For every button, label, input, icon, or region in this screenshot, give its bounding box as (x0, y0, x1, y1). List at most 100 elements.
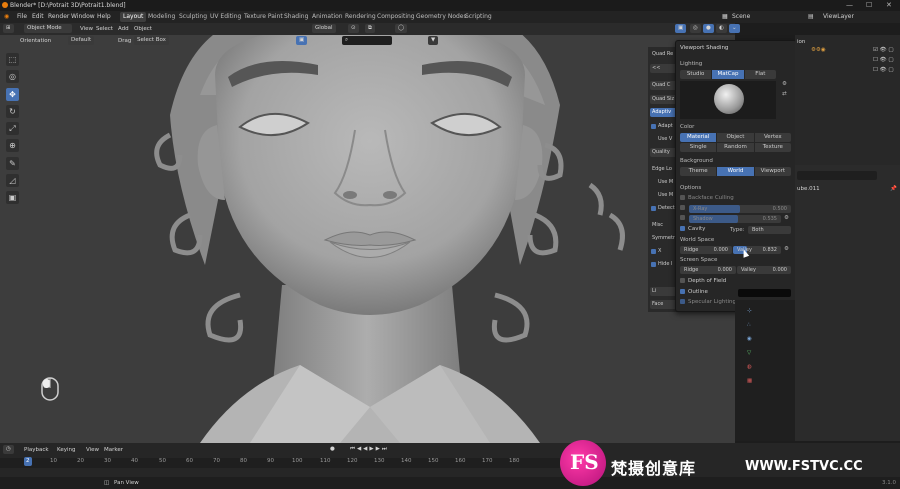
np-li-button[interactable]: Li (650, 287, 677, 296)
annotate-tool-button[interactable]: ✎ (6, 157, 19, 170)
ss-valley-slider[interactable]: Valley 0.000 (737, 266, 791, 274)
transform-tool-button[interactable]: ⊕ (6, 139, 19, 152)
outline-row[interactable]: Outline (680, 289, 708, 297)
tab-material-icon[interactable]: ◍ (747, 364, 752, 370)
maximize-button[interactable]: ☐ (866, 1, 872, 9)
xray-toggle-icon[interactable]: ▣ (675, 24, 687, 33)
color-object[interactable]: Object (717, 133, 755, 142)
shadow-slider[interactable]: Shadow 0.535 (689, 215, 781, 223)
menu-select[interactable]: Select (96, 26, 113, 32)
specular-checkbox[interactable] (680, 299, 685, 304)
tab-scripting[interactable]: Scripting (462, 12, 495, 22)
minimize-button[interactable]: — (846, 1, 853, 9)
snap-icon[interactable]: ⧉ (365, 24, 375, 33)
menu-object[interactable]: Object (134, 26, 152, 32)
color-material[interactable]: Material (680, 133, 718, 142)
color-random[interactable]: Random (717, 143, 755, 152)
outliner-visibility-icons-2[interactable]: ☐ 👁 ▢ (873, 57, 894, 63)
move-tool-button[interactable]: ✥ (6, 88, 19, 101)
matcap-settings-icon[interactable]: ⚙ (782, 81, 787, 87)
search-input[interactable]: ⌕ (342, 36, 392, 45)
menu-window[interactable]: Window (71, 13, 95, 20)
backface-culling-row[interactable]: Backface Culling (680, 195, 734, 203)
backface-culling-checkbox[interactable] (680, 195, 685, 200)
menu-edit[interactable]: Edit (32, 13, 44, 20)
lighting-studio[interactable]: Studio (680, 70, 713, 79)
background-theme[interactable]: Theme (680, 167, 718, 176)
properties-search[interactable] (797, 171, 877, 180)
specular-row[interactable]: Specular Lighting (680, 299, 736, 307)
orientation-select[interactable]: Default (68, 36, 95, 45)
timeline-menu-view[interactable]: View (86, 447, 99, 453)
tab-modifier-icon[interactable]: ⊹ (747, 308, 752, 314)
editor-type-icon[interactable]: ⊞ (3, 24, 14, 33)
scene-name[interactable]: Scene (732, 13, 750, 20)
menu-file[interactable]: File (17, 13, 27, 20)
np-quality[interactable]: Quality (650, 148, 677, 157)
wireframe-shading-icon[interactable]: ◎ (690, 24, 701, 33)
tab-uv-editing[interactable]: UV Editing (207, 12, 244, 22)
measure-tool-button[interactable]: ◿ (6, 174, 19, 187)
matcap-preview[interactable] (680, 81, 776, 119)
current-frame-indicator[interactable]: 2 (24, 457, 32, 466)
outline-checkbox[interactable] (680, 289, 685, 294)
outline-color-swatch[interactable] (738, 289, 791, 297)
np-x-checkbox[interactable] (651, 249, 656, 254)
mode-select[interactable]: Object Mode (24, 24, 72, 33)
tab-texture-paint[interactable]: Texture Paint (241, 12, 286, 22)
tab-texture-icon[interactable]: ▦ (747, 378, 752, 384)
frame-ruler[interactable] (0, 458, 560, 468)
menu-add[interactable]: Add (118, 26, 129, 32)
cavity-type-select[interactable]: Both (748, 226, 791, 234)
tab-compositing[interactable]: Compositing (374, 12, 418, 22)
select-mode-icon[interactable]: ▣ (296, 36, 308, 45)
shadow-checkbox[interactable] (680, 215, 685, 220)
select-tool-button[interactable]: ⬚ (6, 53, 19, 66)
tab-constraints-icon[interactable]: ▽ (747, 350, 751, 356)
solid-shading-icon[interactable]: ● (703, 24, 714, 33)
color-vertex[interactable]: Vertex (754, 133, 791, 142)
add-cube-tool-button[interactable]: ▣ (6, 191, 19, 204)
np-back-button[interactable]: << (650, 64, 677, 73)
tab-sculpting[interactable]: Sculpting (176, 12, 210, 22)
drag-select[interactable]: Select Box (134, 36, 169, 45)
menu-render[interactable]: Render (48, 13, 69, 20)
blender-menu-icon[interactable]: ◉ (4, 13, 9, 20)
ws-ridge-slider[interactable]: Ridge 0.000 (680, 246, 732, 254)
lighting-flat[interactable]: Flat (744, 70, 776, 79)
color-texture[interactable]: Texture (754, 143, 791, 152)
view-layer-name[interactable]: ViewLayer (823, 13, 854, 20)
close-button[interactable]: ✕ (886, 1, 892, 9)
shading-dropdown-icon[interactable]: ⌄ (729, 24, 740, 33)
background-world[interactable]: World (717, 167, 755, 176)
timeline-editor-icon[interactable]: ◷ (3, 445, 14, 454)
lighting-matcap[interactable]: MatCap (712, 70, 745, 79)
cavity-settings-icon[interactable]: ⚙ (784, 246, 789, 252)
dof-checkbox[interactable] (680, 278, 685, 283)
color-single[interactable]: Single (680, 143, 718, 152)
np-quad-button[interactable]: Quad C (650, 81, 677, 90)
xray-checkbox[interactable] (680, 205, 685, 210)
matcap-flip-icon[interactable]: ⇄ (782, 91, 787, 97)
xray-slider[interactable]: X-Ray 0.500 (689, 205, 791, 213)
np-detect-checkbox[interactable] (651, 206, 656, 211)
tab-shading[interactable]: Shading (281, 12, 311, 22)
record-button-icon[interactable]: ● (330, 446, 335, 452)
proportional-edit-icon[interactable]: ◯ (395, 24, 408, 33)
shadow-settings-icon[interactable]: ⚙ (784, 215, 789, 221)
dof-row[interactable]: Depth of Field (680, 278, 726, 286)
tab-layout[interactable]: Layout (120, 12, 147, 22)
pin-icon[interactable]: 📌 (890, 186, 897, 192)
np-face-button[interactable]: Face (650, 300, 677, 309)
np-hide-checkbox[interactable] (651, 262, 656, 267)
transform-orientation-select[interactable]: Global (312, 24, 336, 33)
rotate-tool-button[interactable]: ↻ (6, 105, 19, 118)
menu-view[interactable]: View (80, 26, 93, 32)
cavity-checkbox[interactable] (680, 226, 685, 231)
scale-tool-button[interactable]: ⤢ (6, 122, 19, 135)
tab-particles-icon[interactable]: ∴ (747, 322, 751, 328)
tab-animation[interactable]: Animation (309, 12, 346, 22)
outliner-visibility-icons-3[interactable]: ☐ 👁 ▢ (873, 67, 894, 73)
material-shading-icon[interactable]: ◐ (716, 24, 727, 33)
cavity-row[interactable]: Cavity (680, 226, 705, 234)
